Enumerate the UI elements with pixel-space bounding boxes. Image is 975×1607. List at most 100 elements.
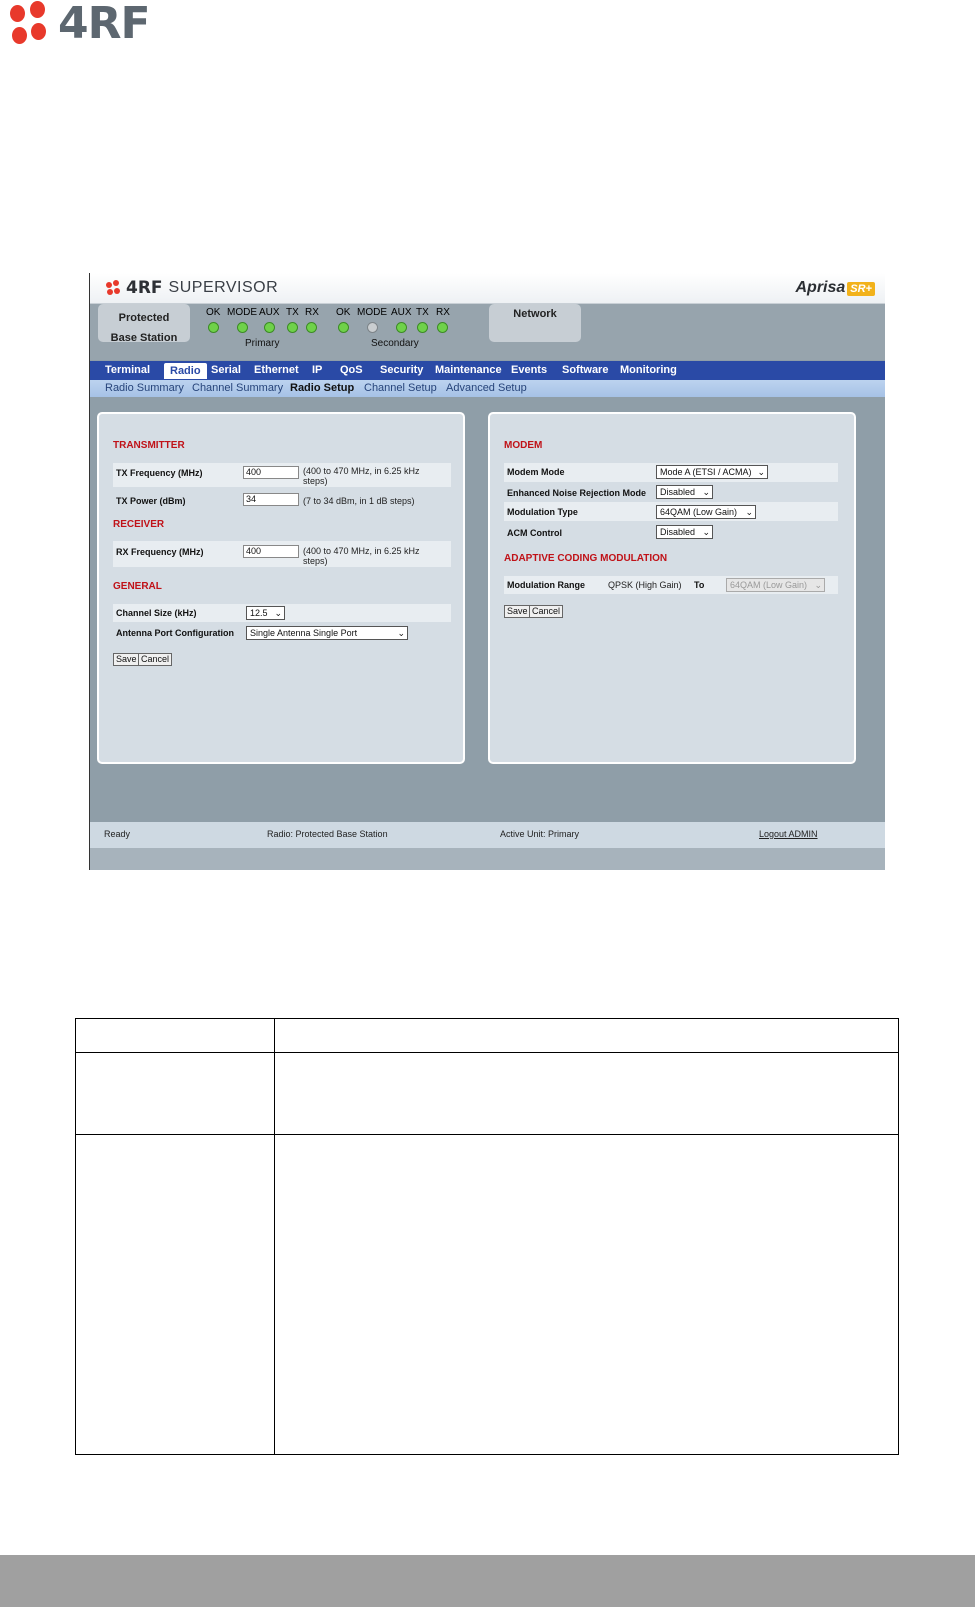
chevron-down-icon: ⌄ (814, 580, 822, 590)
table-row (75, 1017, 899, 1054)
tx-frequency-label: TX Frequency (MHz) (116, 468, 203, 478)
channel-size-label: Channel Size (kHz) (116, 608, 197, 618)
nav-tab-qos[interactable]: QoS (340, 364, 363, 376)
led-label: AUX (259, 307, 280, 318)
modulation-range-from: QPSK (High Gain) (608, 580, 682, 590)
nav-tab-maintenance[interactable]: Maintenance (435, 364, 502, 376)
logout-link[interactable]: Logout ADMIN (759, 829, 818, 839)
nav-tab-software[interactable]: Software (562, 364, 608, 376)
subnav-channel-summary[interactable]: Channel Summary (192, 382, 283, 394)
logo-dots-icon (10, 1, 50, 47)
tx-power-label: TX Power (dBm) (116, 496, 186, 506)
tx-frequency-row: TX Frequency (MHz) 400 (400 to 470 MHz, … (113, 463, 451, 487)
status-bar: Protected Base Station OK MODE AUX TX RX OK M… (90, 304, 885, 360)
led-tx: TX (416, 307, 429, 333)
nav-tab-monitoring[interactable]: Monitoring (620, 364, 677, 376)
led-label: TX (416, 307, 429, 318)
modem-cancel-button[interactable]: Cancel (529, 605, 564, 618)
save-button[interactable]: Save (113, 653, 140, 666)
led-rx: RX (436, 307, 450, 333)
receiver-title: RECEIVER (113, 519, 165, 530)
table-cell (75, 1052, 275, 1136)
modulation-type-value: 64QAM (Low Gain) (660, 507, 738, 517)
modem-panel: MODEM Modem Mode Mode A (ETSI / ACMA) ⌄ E… (488, 412, 856, 764)
rx-frequency-input[interactable]: 400 (243, 545, 299, 558)
product-name: Aprisa (795, 279, 846, 296)
chevron-down-icon: ⌄ (745, 507, 753, 517)
status-led-icon (306, 322, 318, 333)
modulation-type-row: Modulation Type 64QAM (Low Gain) ⌄ (504, 502, 838, 521)
antenna-port-select[interactable]: Single Antenna Single Port ⌄ (246, 626, 408, 640)
chevron-down-icon: ⌄ (757, 467, 765, 477)
footer-active-unit: Active Unit: Primary (500, 829, 580, 839)
subnav-radio-summary[interactable]: Radio Summary (105, 382, 184, 394)
secondary-label: Secondary (371, 338, 419, 349)
nav-tab-ethernet[interactable]: Ethernet (254, 364, 299, 376)
rx-frequency-hint: (400 to 470 MHz, in 6.25 kHz steps) (303, 546, 420, 566)
modulation-range-to-value: 64QAM (Low Gain) (730, 580, 808, 590)
status-led-icon (236, 322, 248, 333)
status-led-icon (366, 322, 378, 333)
led-label: OK (206, 307, 221, 318)
description-table (75, 1017, 899, 1455)
supervisor-brand: 4RF (126, 278, 163, 298)
status-led-icon (207, 322, 219, 333)
led-label: RX (305, 307, 319, 318)
status-footer: Ready Radio: Protected Base Station Acti… (90, 822, 885, 870)
channel-size-select[interactable]: 12.5 ⌄ (246, 606, 285, 620)
general-title: GENERAL (113, 581, 162, 592)
station-label: Protected Base Station (110, 312, 178, 344)
footer-radio: Radio: Protected Base Station (267, 829, 388, 839)
chevron-down-icon: ⌄ (702, 527, 710, 537)
led-ok: OK (206, 307, 220, 333)
nav-tab-security[interactable]: Security (380, 364, 423, 376)
subnav-channel-setup[interactable]: Channel Setup (364, 382, 437, 394)
noise-rejection-select[interactable]: Disabled ⌄ (656, 485, 713, 499)
station-box[interactable]: Protected Base Station (98, 304, 190, 344)
led-label: MODE (227, 307, 257, 318)
status-led-icon (337, 322, 349, 333)
acm-control-select[interactable]: Disabled ⌄ (656, 525, 713, 539)
rx-frequency-row: RX Frequency (MHz) 400 (400 to 470 MHz, … (113, 541, 451, 567)
tx-power-input[interactable]: 34 (243, 493, 299, 506)
product-logo: Aprisa SR+ (795, 279, 875, 297)
nav-tab-terminal[interactable]: Terminal (105, 364, 150, 376)
table-cell (274, 1134, 899, 1455)
modulation-type-select[interactable]: 64QAM (Low Gain) ⌄ (656, 505, 756, 519)
modulation-range-to-select: 64QAM (Low Gain) ⌄ (726, 578, 825, 592)
noise-rejection-value: Disabled (660, 487, 696, 497)
subnav-radio-setup[interactable]: Radio Setup (290, 382, 354, 394)
modem-mode-row: Modem Mode Mode A (ETSI / ACMA) ⌄ (504, 463, 838, 482)
noise-rejection-label: Enhanced Noise Rejection Mode (507, 488, 647, 498)
tx-frequency-input[interactable]: 400 (243, 466, 299, 479)
network-box[interactable]: Network (489, 304, 581, 342)
table-cell (75, 1134, 275, 1455)
nav-tab-radio[interactable]: Radio (164, 363, 207, 379)
modem-title: MODEM (504, 440, 543, 451)
subnav-advanced-setup[interactable]: Advanced Setup (446, 382, 527, 394)
table-row (75, 1052, 899, 1136)
nav-tab-serial[interactable]: Serial (211, 364, 241, 376)
main-nav: Terminal Radio Serial Ethernet IP QoS Security… (90, 361, 885, 380)
antenna-port-value: Single Antenna Single Port (250, 628, 358, 638)
tx-frequency-hint: (400 to 470 MHz, in 6.25 kHz steps) (303, 466, 420, 486)
nav-tab-ip[interactable]: IP (312, 364, 322, 376)
channel-size-row: Channel Size (kHz) 12.5 ⌄ (113, 604, 451, 622)
supervisor-logo: 4RF SUPERVISOR (106, 278, 278, 298)
supervisor-header: 4RF SUPERVISOR Aprisa SR+ (90, 273, 885, 304)
nav-tab-events[interactable]: Events (511, 364, 547, 376)
status-led-icon (437, 322, 449, 333)
chevron-down-icon: ⌄ (274, 608, 282, 618)
led-aux: AUX (391, 307, 412, 333)
led-label: TX (286, 307, 299, 318)
cancel-button[interactable]: Cancel (138, 653, 173, 666)
modem-save-button[interactable]: Save (504, 605, 531, 618)
led-label: MODE (357, 307, 387, 318)
led-aux: AUX (259, 307, 280, 333)
led-label: OK (336, 307, 351, 318)
tx-power-hint: (7 to 34 dBm, in 1 dB steps) (303, 496, 415, 506)
status-led-icon (263, 322, 275, 333)
chevron-down-icon: ⌄ (702, 487, 710, 497)
modem-mode-select[interactable]: Mode A (ETSI / ACMA) ⌄ (656, 465, 768, 479)
brand-logo: 4RF (10, 0, 151, 48)
